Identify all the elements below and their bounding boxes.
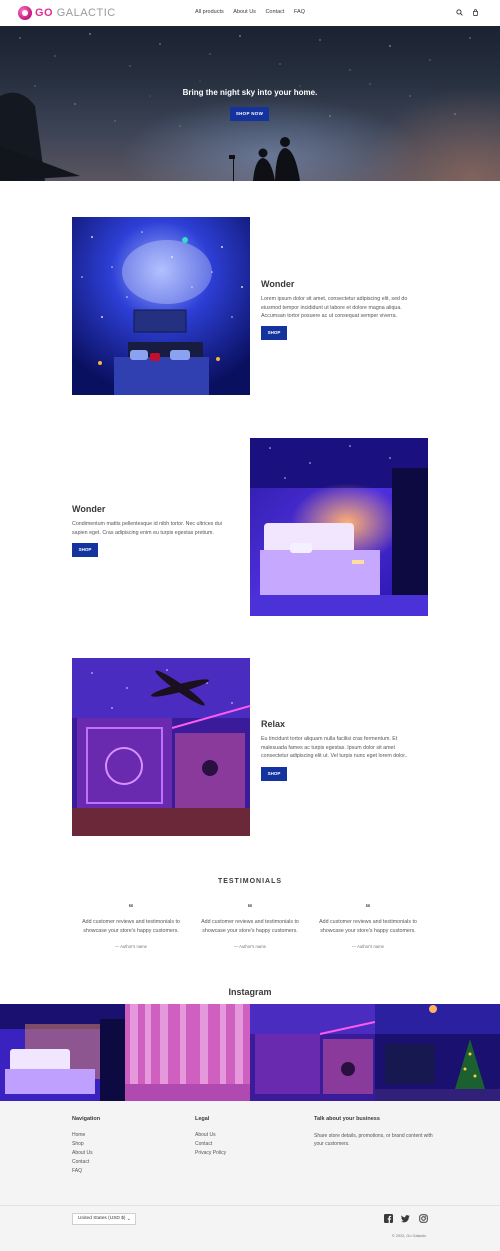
twitter-icon[interactable] (401, 1214, 410, 1223)
testimonial-card-3: “ Add customer reviews and testimonials … (313, 903, 423, 950)
shop-now-button[interactable]: SHOP NOW (230, 107, 269, 121)
testimonials-heading: TESTIMONIALS (217, 878, 283, 885)
feature-title-3: Relax (261, 719, 286, 729)
testimonial-author: — Author's name (234, 944, 266, 949)
feature-image-3-art (72, 658, 250, 836)
footer-about-text: Share store details, promotions, or bran… (314, 1133, 433, 1147)
footer-link-shop[interactable]: Shop (72, 1141, 84, 1147)
feature-shop-button-2[interactable]: SHOP (72, 543, 98, 557)
feature-shop-button-1[interactable]: SHOP (261, 326, 287, 340)
instagram-post-1[interactable] (0, 1004, 125, 1101)
instagram-post-2[interactable] (125, 1004, 250, 1101)
testimonial-card-1: “ Add customer reviews and testimonials … (76, 903, 186, 950)
copyright-text: © 2022, Go Galactic (392, 1234, 427, 1238)
chevron-down-icon: ⌄ (126, 1216, 131, 1222)
feature-image-1-art (72, 217, 250, 395)
nav-item-contact[interactable]: Contact (265, 9, 284, 15)
feature-title-1: Wonder (261, 279, 295, 289)
footer-link-faq[interactable]: FAQ (72, 1168, 82, 1174)
header-icons (456, 9, 479, 16)
hero-horizon-glow (360, 86, 500, 181)
nav-item-about-us[interactable]: About Us (233, 9, 256, 15)
instagram-feed (0, 1004, 500, 1101)
testimonial-card-2: “ Add customer reviews and testimonials … (195, 903, 305, 950)
testimonial-text: Add customer reviews and testimonials to… (201, 919, 299, 934)
currency-selector[interactable]: United States (USD $) ⌄ (72, 1213, 136, 1225)
feature-title-2: Wonder (72, 504, 106, 514)
quote-icon: “ (247, 903, 253, 914)
footer-divider (0, 1205, 500, 1206)
currency-selected-value: United States (USD $) (78, 1216, 126, 1221)
nav-item-faq[interactable]: FAQ (294, 9, 305, 15)
footer-navigation-heading: Navigation (72, 1116, 101, 1122)
hero-silhouettes (229, 137, 300, 181)
footer-link-home[interactable]: Home (72, 1132, 85, 1138)
footer-legal-privacy-policy[interactable]: Privacy Policy (195, 1150, 226, 1156)
nav-item-all-products[interactable]: All products (195, 9, 224, 15)
feature-image-relax (72, 658, 250, 836)
testimonial-text: Add customer reviews and testimonials to… (82, 919, 180, 934)
footer-link-about-us[interactable]: About Us (72, 1150, 93, 1156)
search-icon[interactable] (456, 9, 463, 16)
instagram-post-3[interactable] (250, 1004, 375, 1101)
feature-shop-button-3[interactable]: SHOP (261, 767, 287, 781)
facebook-icon[interactable] (384, 1214, 393, 1223)
hero-title: Bring the night sky into your home. (182, 88, 318, 97)
instagram-icon[interactable] (419, 1214, 428, 1223)
feature-text-2: Condimentum mattis pellentesque id nibh … (72, 521, 222, 536)
instagram-post-4[interactable] (375, 1004, 500, 1101)
quote-icon: “ (128, 903, 134, 914)
instagram-heading: Instagram (228, 987, 272, 997)
footer-legal-contact[interactable]: Contact (195, 1141, 212, 1147)
testimonial-text: Add customer reviews and testimonials to… (319, 919, 417, 934)
cart-icon[interactable] (472, 9, 479, 16)
main-nav: All products About Us Contact FAQ (0, 9, 500, 15)
footer-about-heading: Talk about your business (314, 1116, 380, 1122)
feature-text-1: Lorem ipsum dolor sit amet, consectetur … (261, 296, 408, 320)
footer-legal-about-us[interactable]: About Us (195, 1132, 216, 1138)
footer-link-contact[interactable]: Contact (72, 1159, 89, 1165)
site-header: GO GALACTIC All products About Us Contac… (0, 0, 500, 26)
testimonial-author: — Author's name (115, 944, 147, 949)
feature-image-wonder-1 (72, 217, 250, 395)
feature-image-2-art (250, 438, 428, 616)
quote-icon: “ (365, 903, 371, 914)
feature-text-3: Eu tincidunt tortor aliquam nulla facili… (261, 736, 408, 760)
footer-legal-heading: Legal (195, 1116, 210, 1122)
testimonial-author: — Author's name (352, 944, 384, 949)
feature-image-wonder-2 (250, 438, 428, 616)
hero-banner: Bring the night sky into your home. SHOP… (0, 26, 500, 181)
site-footer (0, 1101, 500, 1251)
